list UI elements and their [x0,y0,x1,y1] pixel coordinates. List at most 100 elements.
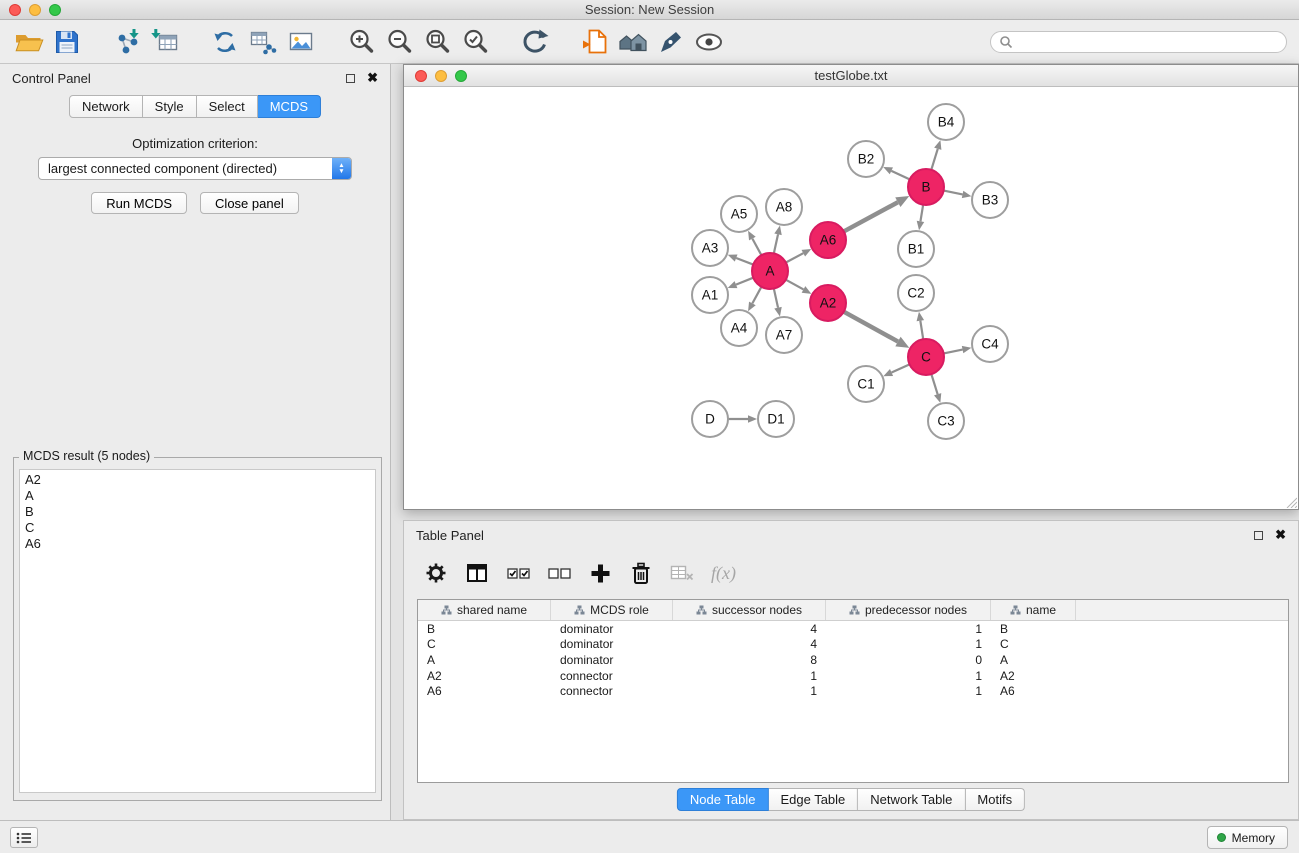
graph-node-A[interactable]: A [752,253,788,289]
graph-edge-A2-C[interactable] [844,312,910,348]
graph-edge-A-A6[interactable] [786,249,811,263]
mcds-result-list[interactable]: A2ABCA6 [19,469,376,793]
control-panel-tab-network[interactable]: Network [69,95,143,118]
resize-grip-icon[interactable] [1285,496,1297,508]
mcds-result-item[interactable]: B [25,504,370,520]
control-panel-tab-select[interactable]: Select [197,95,258,118]
graph-node-D1[interactable]: D1 [758,401,794,437]
table-settings-button[interactable] [424,562,448,584]
tab-edge-table[interactable]: Edge Table [768,788,858,811]
graph-node-A1[interactable]: A1 [692,277,728,313]
graph-edge-A-A1[interactable] [728,278,754,288]
column-header-shared-name[interactable]: shared name [418,600,551,620]
import-table-button[interactable] [146,24,184,60]
zoom-fit-button[interactable] [418,24,456,60]
graph-node-A6[interactable]: A6 [810,222,846,258]
mcds-result-item[interactable]: A6 [25,536,370,552]
refresh-view-button[interactable] [516,24,554,60]
graph-node-A8[interactable]: A8 [766,189,802,225]
mcds-result-item[interactable]: A [25,488,370,504]
graph-node-A5[interactable]: A5 [721,196,757,232]
table-cell[interactable]: connector [551,684,673,698]
graph-edge-A-A5[interactable] [748,231,761,255]
column-header-predecessor-nodes[interactable]: predecessor nodes [826,600,991,620]
graph-node-B1[interactable]: B1 [898,231,934,267]
apply-style-button[interactable] [652,24,690,60]
graph-edge-A-A8[interactable] [774,226,782,254]
table-cell[interactable]: A [418,653,551,667]
graph-node-C1[interactable]: C1 [848,366,884,402]
tab-network-table[interactable]: Network Table [858,788,965,811]
minimize-window-button[interactable] [29,4,41,16]
control-panel-tab-style[interactable]: Style [143,95,197,118]
open-session-button[interactable] [10,24,48,60]
search-box[interactable] [990,31,1287,53]
show-columns-button[interactable] [465,562,489,584]
select-all-button[interactable] [506,565,530,582]
graph-node-C2[interactable]: C2 [898,275,934,311]
graph-edge-A6-B[interactable] [844,196,909,231]
graph-edge-B-B2[interactable] [883,167,909,179]
new-network-button[interactable] [206,24,244,60]
graph-edge-B-B3[interactable] [944,191,972,199]
graph-node-B3[interactable]: B3 [972,182,1008,218]
table-cell[interactable]: 4 [673,622,826,636]
delete-row-button[interactable] [629,562,653,585]
export-document-button[interactable] [576,24,614,60]
table-cell[interactable]: connector [551,669,673,683]
table-cell[interactable]: 4 [673,637,826,651]
table-cell[interactable]: B [991,622,1076,636]
graph-edge-D-D1[interactable] [728,415,757,423]
mcds-result-item[interactable]: A2 [25,472,370,488]
graph-edge-A-A3[interactable] [728,254,753,264]
table-cell[interactable]: 0 [826,653,991,667]
table-cell[interactable]: dominator [551,637,673,651]
criterion-dropdown[interactable]: largest connected component (directed) ▲… [38,157,352,180]
function-builder-button[interactable]: f(x) [711,563,736,584]
table-cell[interactable]: 1 [826,637,991,651]
close-panel-button[interactable]: Close panel [200,192,299,214]
graph-edge-C-C2[interactable] [917,312,925,339]
table-panel-float-button[interactable] [1254,531,1263,540]
export-image-button[interactable] [282,24,320,60]
column-header-name[interactable]: name [991,600,1076,620]
import-network-button[interactable] [108,24,146,60]
network-overview-button[interactable] [614,24,652,60]
table-cell[interactable]: A6 [418,684,551,698]
graph-edge-A-A2[interactable] [786,280,812,294]
graph-node-C[interactable]: C [908,339,944,375]
table-cell[interactable]: A2 [418,669,551,683]
graph-edge-B-B1[interactable] [917,205,925,230]
memory-button[interactable]: Memory [1207,826,1288,849]
network-zoom-button[interactable] [455,70,467,82]
network-from-table-button[interactable] [244,24,282,60]
graph-edge-C-C3[interactable] [931,374,941,403]
control-panel-float-button[interactable] [346,74,355,83]
graph-edge-B-B4[interactable] [931,140,941,170]
show-graphics-details-button[interactable] [690,24,728,60]
table-row[interactable]: A2connector11A2 [418,668,1288,684]
table-cell[interactable]: A6 [991,684,1076,698]
graph-edge-A-A7[interactable] [774,289,782,317]
tab-motifs[interactable]: Motifs [965,788,1025,811]
table-row[interactable]: Bdominator41B [418,621,1288,637]
network-canvas[interactable]: B4B2BB3A8A5A6A3B1AC2A1A2A4A7C4CC1C3DD1 [404,88,1298,509]
graph-node-B4[interactable]: B4 [928,104,964,140]
graph-node-D[interactable]: D [692,401,728,437]
zoom-in-button[interactable] [342,24,380,60]
zoom-out-button[interactable] [380,24,418,60]
table-cell[interactable]: 1 [673,684,826,698]
graph-node-C4[interactable]: C4 [972,326,1008,362]
graph-edge-C-C1[interactable] [883,364,909,376]
run-mcds-button[interactable]: Run MCDS [91,192,187,214]
table-cell[interactable]: dominator [551,653,673,667]
network-graph[interactable]: B4B2BB3A8A5A6A3B1AC2A1A2A4A7C4CC1C3DD1 [404,88,1298,509]
table-cell[interactable]: 1 [826,622,991,636]
graph-node-B2[interactable]: B2 [848,141,884,177]
control-panel-tab-mcds[interactable]: MCDS [258,95,321,118]
network-minimize-button[interactable] [435,70,447,82]
graph-node-A7[interactable]: A7 [766,317,802,353]
table-row[interactable]: A6connector11A6 [418,683,1288,699]
table-cell[interactable]: 8 [673,653,826,667]
save-session-button[interactable] [48,24,86,60]
